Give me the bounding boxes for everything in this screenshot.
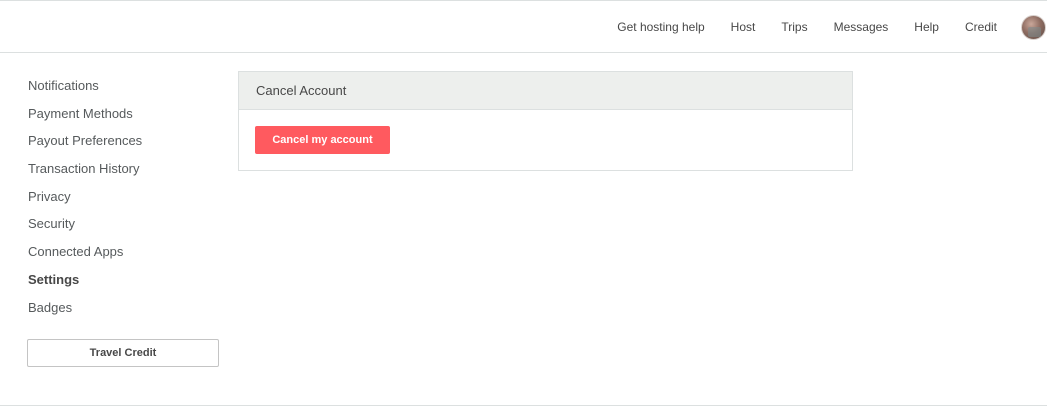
nav-help[interactable]: Help <box>914 20 939 34</box>
travel-credit-button[interactable]: Travel Credit <box>27 339 219 367</box>
sidebar-item-settings[interactable]: Settings <box>28 266 219 294</box>
sidebar-item-connected-apps[interactable]: Connected Apps <box>28 238 219 266</box>
user-avatar-icon[interactable] <box>1021 14 1046 40</box>
cancel-account-button[interactable]: Cancel my account <box>255 126 390 154</box>
panel-title: Cancel Account <box>239 72 852 110</box>
nav-trips[interactable]: Trips <box>781 20 807 34</box>
sidebar-item-transaction-history[interactable]: Transaction History <box>28 155 219 183</box>
nav-get-hosting-help[interactable]: Get hosting help <box>617 20 704 34</box>
nav-messages[interactable]: Messages <box>834 20 889 34</box>
nav-credit[interactable]: Credit <box>965 20 997 34</box>
cancel-account-panel: Cancel Account Cancel my account <box>238 71 853 171</box>
sidebar-item-payment-methods[interactable]: Payment Methods <box>28 100 219 128</box>
sidebar-item-notifications[interactable]: Notifications <box>28 72 219 100</box>
bottom-divider <box>0 405 1047 406</box>
nav-host[interactable]: Host <box>731 20 756 34</box>
sidebar-item-privacy[interactable]: Privacy <box>28 183 219 211</box>
account-sidebar: Notifications Payment Methods Payout Pre… <box>28 72 219 321</box>
sidebar-item-badges[interactable]: Badges <box>28 294 219 322</box>
sidebar-item-security[interactable]: Security <box>28 210 219 238</box>
top-navigation-bar: Get hosting help Host Trips Messages Hel… <box>0 0 1047 53</box>
panel-body: Cancel my account <box>239 110 852 154</box>
sidebar-item-payout-preferences[interactable]: Payout Preferences <box>28 127 219 155</box>
top-nav: Get hosting help Host Trips Messages Hel… <box>617 1 1047 53</box>
